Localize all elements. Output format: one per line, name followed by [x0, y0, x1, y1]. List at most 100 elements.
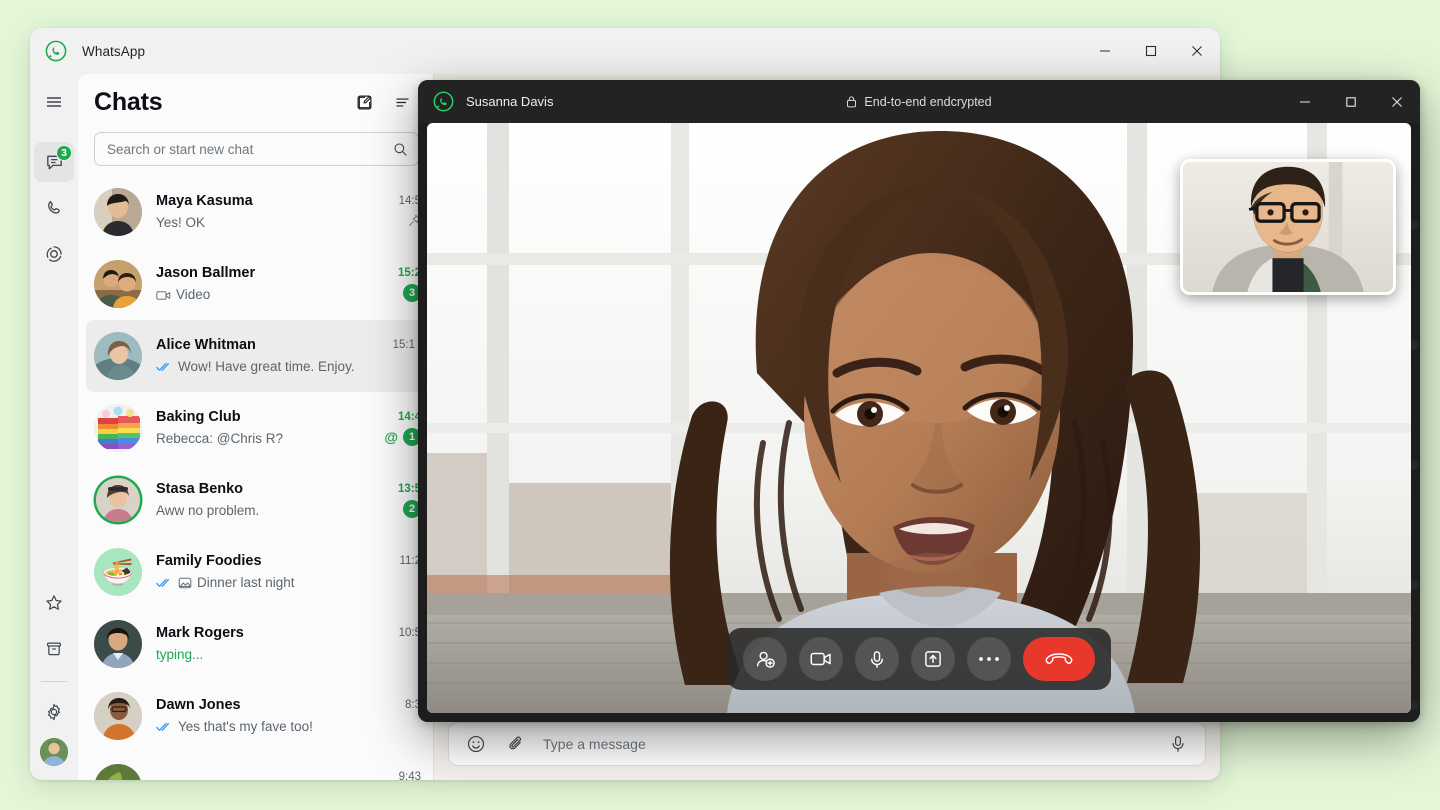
- page-title: Chats: [94, 87, 163, 116]
- avatar: [94, 692, 142, 740]
- compose-new-chat-icon[interactable]: [347, 85, 381, 119]
- rail-divider: [41, 681, 67, 682]
- encryption-indicator: End-to-end endcrypted: [418, 95, 1420, 109]
- minimize-icon[interactable]: [1082, 28, 1128, 74]
- contact-name: Alice Whitman: [156, 337, 256, 353]
- close-icon[interactable]: [1374, 80, 1420, 123]
- call-stage: [418, 123, 1420, 722]
- list-item[interactable]: Jason Ballmer Video 15:2 3: [78, 248, 433, 320]
- contact-name: Mark Rogers: [156, 625, 244, 641]
- star-icon[interactable]: [34, 583, 74, 623]
- list-item-meta: Alice Whitman Wow! Have great time. Enjo…: [156, 335, 355, 377]
- main-window-titlebar: WhatsApp: [30, 28, 1220, 74]
- message-preview: Aww no problem.: [156, 501, 361, 521]
- list-item[interactable]: Dawn Jones Yes that's my fave too! 8:3: [78, 680, 433, 752]
- video-camera-icon[interactable]: [799, 637, 843, 681]
- search-input[interactable]: [107, 141, 393, 157]
- hamburger-menu-icon[interactable]: [34, 82, 74, 122]
- avatar: [94, 260, 142, 308]
- navigation-rail: 3: [30, 74, 78, 780]
- main-window-controls: [1082, 28, 1220, 74]
- message-preview: Yes! OK: [156, 213, 361, 233]
- chat-list-header: Chats: [78, 74, 433, 130]
- chat-list[interactable]: Maya Kasuma Yes! OK 14:5 Jason Ballmer V…: [78, 176, 433, 780]
- read-receipt-double-check-icon: [156, 361, 173, 373]
- list-item-meta: Mark Rogers typing...: [156, 623, 361, 665]
- avatar: [94, 764, 142, 780]
- end-call-handset-icon[interactable]: [1023, 637, 1095, 681]
- list-item[interactable]: Maya Kasuma Yes! OK 14:5: [78, 176, 433, 248]
- list-item-badges: @ 1: [384, 427, 421, 446]
- list-item-right: 8:3: [369, 699, 421, 734]
- emoji-smiley-icon[interactable]: [463, 731, 489, 757]
- preview-text: typing...: [156, 647, 204, 662]
- mention-at-icon: @: [384, 428, 398, 445]
- chat-list-header-actions: [347, 85, 419, 119]
- composer-area: [434, 712, 1220, 780]
- add-person-icon[interactable]: [743, 637, 787, 681]
- timestamp: 15:1: [392, 338, 415, 351]
- attach-paperclip-icon[interactable]: [503, 731, 529, 757]
- list-item[interactable]: 🍜 Family Foodies Dinner last night 11:2: [78, 536, 433, 608]
- list-item-meta: Jason Ballmer Video: [156, 263, 361, 305]
- preview-text: Dinner last night: [197, 575, 295, 590]
- avatar-with-status-ring: [96, 478, 140, 522]
- microphone-icon[interactable]: [855, 637, 899, 681]
- profile-avatar[interactable]: [40, 738, 68, 766]
- gear-icon[interactable]: [34, 692, 74, 732]
- call-window-titlebar: Susanna Davis End-to-end endcrypted: [418, 80, 1420, 123]
- preview-text: Rebecca: @Chris R?: [156, 431, 283, 446]
- share-screen-icon[interactable]: [911, 637, 955, 681]
- contact-name: Dawn Jones: [156, 697, 241, 713]
- list-item[interactable]: Ziggy Woodley 9:43: [78, 752, 433, 780]
- maximize-icon[interactable]: [1128, 28, 1174, 74]
- ellipsis-icon[interactable]: [967, 637, 1011, 681]
- typing-indicator: typing...: [156, 645, 361, 665]
- list-item-meta: Ziggy Woodley: [156, 777, 361, 780]
- list-item[interactable]: Mark Rogers typing... 10:5: [78, 608, 433, 680]
- preview-text: Yes! OK: [156, 215, 206, 230]
- list-item[interactable]: Stasa Benko Aww no problem. 13:5 2: [78, 464, 433, 536]
- list-item-selected[interactable]: Alice Whitman Wow! Have great time. Enjo…: [86, 320, 427, 392]
- list-item[interactable]: Baking Club Rebecca: @Chris R? 14:4 @ 1: [78, 392, 433, 464]
- list-item-meta: Maya Kasuma Yes! OK: [156, 191, 361, 233]
- chats-unread-badge: 3: [56, 145, 72, 161]
- message-composer[interactable]: [448, 722, 1206, 766]
- video-call-window: Susanna Davis End-to-end endcrypted: [418, 80, 1420, 722]
- message-preview: Video: [156, 285, 361, 305]
- list-item-right: 15:2 3: [369, 267, 421, 302]
- minimize-icon[interactable]: [1282, 80, 1328, 123]
- contact-name: Jason Ballmer: [156, 265, 256, 281]
- maximize-icon[interactable]: [1328, 80, 1374, 123]
- sidebar-item-status[interactable]: [34, 234, 74, 274]
- sidebar-item-calls[interactable]: [34, 188, 74, 228]
- list-item-right: 15:1: [363, 339, 415, 374]
- message-input[interactable]: [543, 736, 1151, 752]
- list-item-meta: Dawn Jones Yes that's my fave too!: [156, 695, 361, 737]
- list-item-meta: Stasa Benko Aww no problem.: [156, 479, 361, 521]
- call-peer-name: Susanna Davis: [466, 94, 554, 109]
- microphone-icon[interactable]: [1165, 731, 1191, 757]
- close-icon[interactable]: [1174, 28, 1220, 74]
- list-item-right: 9:43: [369, 771, 421, 781]
- search-icon[interactable]: [393, 142, 408, 157]
- message-preview: Yes that's my fave too!: [156, 717, 361, 737]
- contact-name: Baking Club: [156, 409, 241, 425]
- archive-box-icon[interactable]: [34, 629, 74, 669]
- whatsapp-logo-icon: [44, 39, 68, 63]
- message-preview: Dinner last night: [156, 573, 361, 593]
- list-item-right: 10:5: [369, 627, 421, 662]
- call-control-bar: [727, 628, 1111, 690]
- lock-icon: [846, 95, 857, 108]
- search-container: [78, 130, 433, 176]
- filter-lines-icon[interactable]: [385, 85, 419, 119]
- search-box[interactable]: [94, 132, 419, 166]
- read-receipt-double-check-icon: [156, 577, 173, 589]
- contact-name: Maya Kasuma: [156, 193, 253, 209]
- preview-text: Aww no problem.: [156, 503, 260, 518]
- avatar: [94, 404, 142, 452]
- self-view-thumbnail[interactable]: [1180, 159, 1396, 295]
- list-item-right: 11:2: [369, 555, 421, 590]
- timestamp: 9:43: [398, 770, 421, 781]
- sidebar-item-chats[interactable]: 3: [34, 142, 74, 182]
